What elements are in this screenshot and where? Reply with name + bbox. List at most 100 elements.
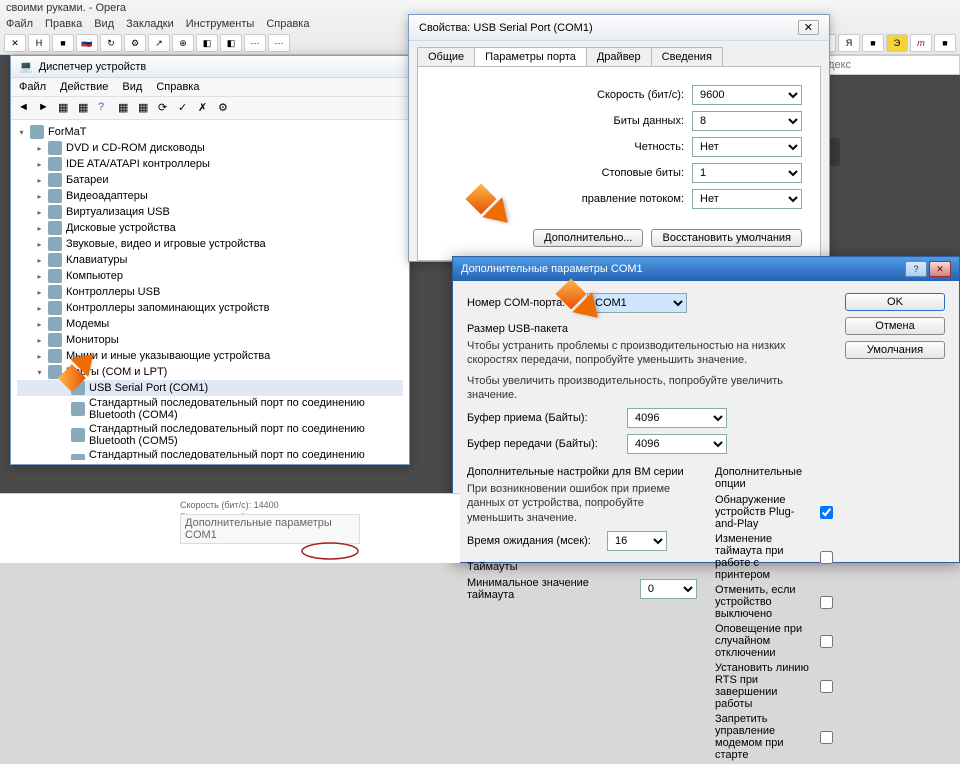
tree-node[interactable]: ▸Звуковые, видео и игровые устройства — [17, 236, 403, 252]
ide-icon — [48, 157, 62, 171]
tree-label: Контроллеры USB — [66, 286, 160, 298]
tree-node[interactable]: ▸Контроллеры запоминающих устройств — [17, 300, 403, 316]
dialog-title: Свойства: USB Serial Port (COM1) — [419, 22, 593, 34]
menu-view[interactable]: Вид — [94, 18, 114, 30]
device-tree[interactable]: ▾ForMaT ▸DVD и CD-ROM дисководы ▸IDE ATA… — [11, 120, 409, 460]
stopbits-select[interactable]: 1 — [692, 163, 802, 183]
toolbar-icon[interactable]: ▦ — [117, 100, 133, 116]
opt-pnp-checkbox[interactable] — [820, 506, 833, 519]
close-icon[interactable]: ✕ — [929, 261, 951, 277]
tree-label: Стандартный последовательный порт по сое… — [89, 423, 403, 447]
opera-tab[interactable]: ↻ — [100, 34, 122, 52]
advanced-button[interactable]: Дополнительно... — [533, 229, 643, 247]
databits-select[interactable]: 8 — [692, 111, 802, 131]
toolbar-icon[interactable]: ⚙ — [217, 100, 233, 116]
tree-root[interactable]: ▾ForMaT — [17, 124, 403, 140]
opt-cancel-off-checkbox[interactable] — [820, 596, 833, 609]
tree-node[interactable]: ▸Компьютер — [17, 268, 403, 284]
tree-leaf[interactable]: Стандартный последовательный порт по сое… — [17, 448, 403, 460]
ok-button[interactable]: OK — [845, 293, 945, 311]
opera-tab[interactable]: ⋯ — [244, 34, 266, 52]
opt-printer-timeout-checkbox[interactable] — [820, 551, 833, 564]
tree-node[interactable]: ▸Мониторы — [17, 332, 403, 348]
port-icon — [71, 454, 85, 460]
speed-select[interactable]: 9600 — [692, 85, 802, 105]
tree-leaf[interactable]: Стандартный последовательный порт по сое… — [17, 422, 403, 448]
opera-tab[interactable]: ⚙ — [124, 34, 146, 52]
tree-label: USB Serial Port (COM1) — [89, 382, 208, 394]
tree-leaf[interactable]: Стандартный последовательный порт по сое… — [17, 396, 403, 422]
opera-tab[interactable]: ◧ — [196, 34, 218, 52]
tree-node[interactable]: ▸Видеоадаптеры — [17, 188, 403, 204]
usb-desc: Чтобы устранить проблемы с производитель… — [467, 339, 833, 368]
flowcontrol-select[interactable]: Нет — [692, 189, 802, 209]
opt-label: Обнаружение устройств Plug-and-Play — [715, 494, 815, 530]
tree-label: Стандартный последовательный порт по сое… — [89, 449, 403, 460]
menu-help[interactable]: Справка — [156, 81, 199, 93]
menu-view[interactable]: Вид — [122, 81, 142, 93]
opera-tab[interactable]: ■ — [862, 34, 884, 52]
opera-tab[interactable]: m — [910, 34, 932, 52]
opera-tab[interactable]: ✕ — [4, 34, 26, 52]
tx-buffer-select[interactable]: 4096 — [627, 434, 727, 454]
tab-general[interactable]: Общие — [417, 47, 475, 66]
toolbar-icon[interactable]: ▦ — [57, 100, 73, 116]
menu-help[interactable]: Справка — [266, 18, 309, 30]
opera-tab[interactable]: Э — [886, 34, 908, 52]
tree-node[interactable]: ▸Батареи — [17, 172, 403, 188]
tree-label: Клавиатуры — [66, 254, 127, 266]
timeout-min-select[interactable]: 0 — [640, 579, 697, 599]
cancel-button[interactable]: Отмена — [845, 317, 945, 335]
forward-icon[interactable]: ► — [37, 100, 53, 116]
help-icon[interactable]: ? — [905, 261, 927, 277]
tab-port-settings[interactable]: Параметры порта — [474, 47, 587, 66]
menu-action[interactable]: Действие — [60, 81, 108, 93]
parity-select[interactable]: Нет — [692, 137, 802, 157]
refresh-icon[interactable]: ⟳ — [157, 100, 173, 116]
opt-notify-checkbox[interactable] — [820, 635, 833, 648]
restore-defaults-button[interactable]: Восстановить умолчания — [651, 229, 802, 247]
tree-node[interactable]: ▸IDE ATA/ATAPI контроллеры — [17, 156, 403, 172]
opera-tab[interactable]: Я — [838, 34, 860, 52]
menu-edit[interactable]: Правка — [45, 18, 82, 30]
tab-driver[interactable]: Драйвер — [586, 47, 652, 66]
extra-opts-title: Дополнительные опции — [715, 466, 833, 490]
opt-label: Установить линию RTS при завершении рабо… — [715, 662, 815, 710]
back-icon[interactable]: ◄ — [17, 100, 33, 116]
menu-tools[interactable]: Инструменты — [186, 18, 255, 30]
tree-node[interactable]: ▸Виртуализация USB — [17, 204, 403, 220]
usb-icon — [48, 205, 62, 219]
favicon-icon[interactable]: 🇷🇺 — [76, 34, 98, 52]
computer-icon — [30, 125, 44, 139]
tree-node[interactable]: ▸Модемы — [17, 316, 403, 332]
menu-file[interactable]: Файл — [19, 81, 46, 93]
close-icon[interactable]: ✕ — [798, 20, 819, 35]
flowcontrol-label: правление потоком: — [582, 193, 684, 205]
toolbar-icon[interactable]: ✓ — [177, 100, 193, 116]
opera-tab[interactable]: ■ — [52, 34, 74, 52]
toolbar-icon[interactable]: ▦ — [137, 100, 153, 116]
opera-tab[interactable]: ↗ — [148, 34, 170, 52]
opera-tab[interactable]: ◧ — [220, 34, 242, 52]
opt-modem-checkbox[interactable] — [820, 731, 833, 744]
tree-node[interactable]: ▸DVD и CD-ROM дисководы — [17, 140, 403, 156]
opera-tab[interactable]: ⋯ — [268, 34, 290, 52]
opera-tab[interactable]: H — [28, 34, 50, 52]
menu-bookmarks[interactable]: Закладки — [126, 18, 174, 30]
tree-node[interactable]: ▸Клавиатуры — [17, 252, 403, 268]
opt-rts-checkbox[interactable] — [820, 680, 833, 693]
opera-tab[interactable]: ■ — [934, 34, 956, 52]
toolbar-icon[interactable]: ▦ — [77, 100, 93, 116]
wait-select[interactable]: 16 — [607, 531, 667, 551]
opt-label: Отменить, если устройство выключено — [715, 584, 815, 620]
help-icon[interactable]: ? — [97, 100, 113, 116]
menu-file[interactable]: Файл — [6, 18, 33, 30]
rx-buffer-select[interactable]: 4096 — [627, 408, 727, 428]
tree-node[interactable]: ▸Дисковые устройства — [17, 220, 403, 236]
tree-label: Виртуализация USB — [66, 206, 170, 218]
opera-tab[interactable]: ⊕ — [172, 34, 194, 52]
tree-node[interactable]: ▸Контроллеры USB — [17, 284, 403, 300]
toolbar-icon[interactable]: ✗ — [197, 100, 213, 116]
defaults-button[interactable]: Умолчания — [845, 341, 945, 359]
tab-details[interactable]: Сведения — [651, 47, 723, 66]
